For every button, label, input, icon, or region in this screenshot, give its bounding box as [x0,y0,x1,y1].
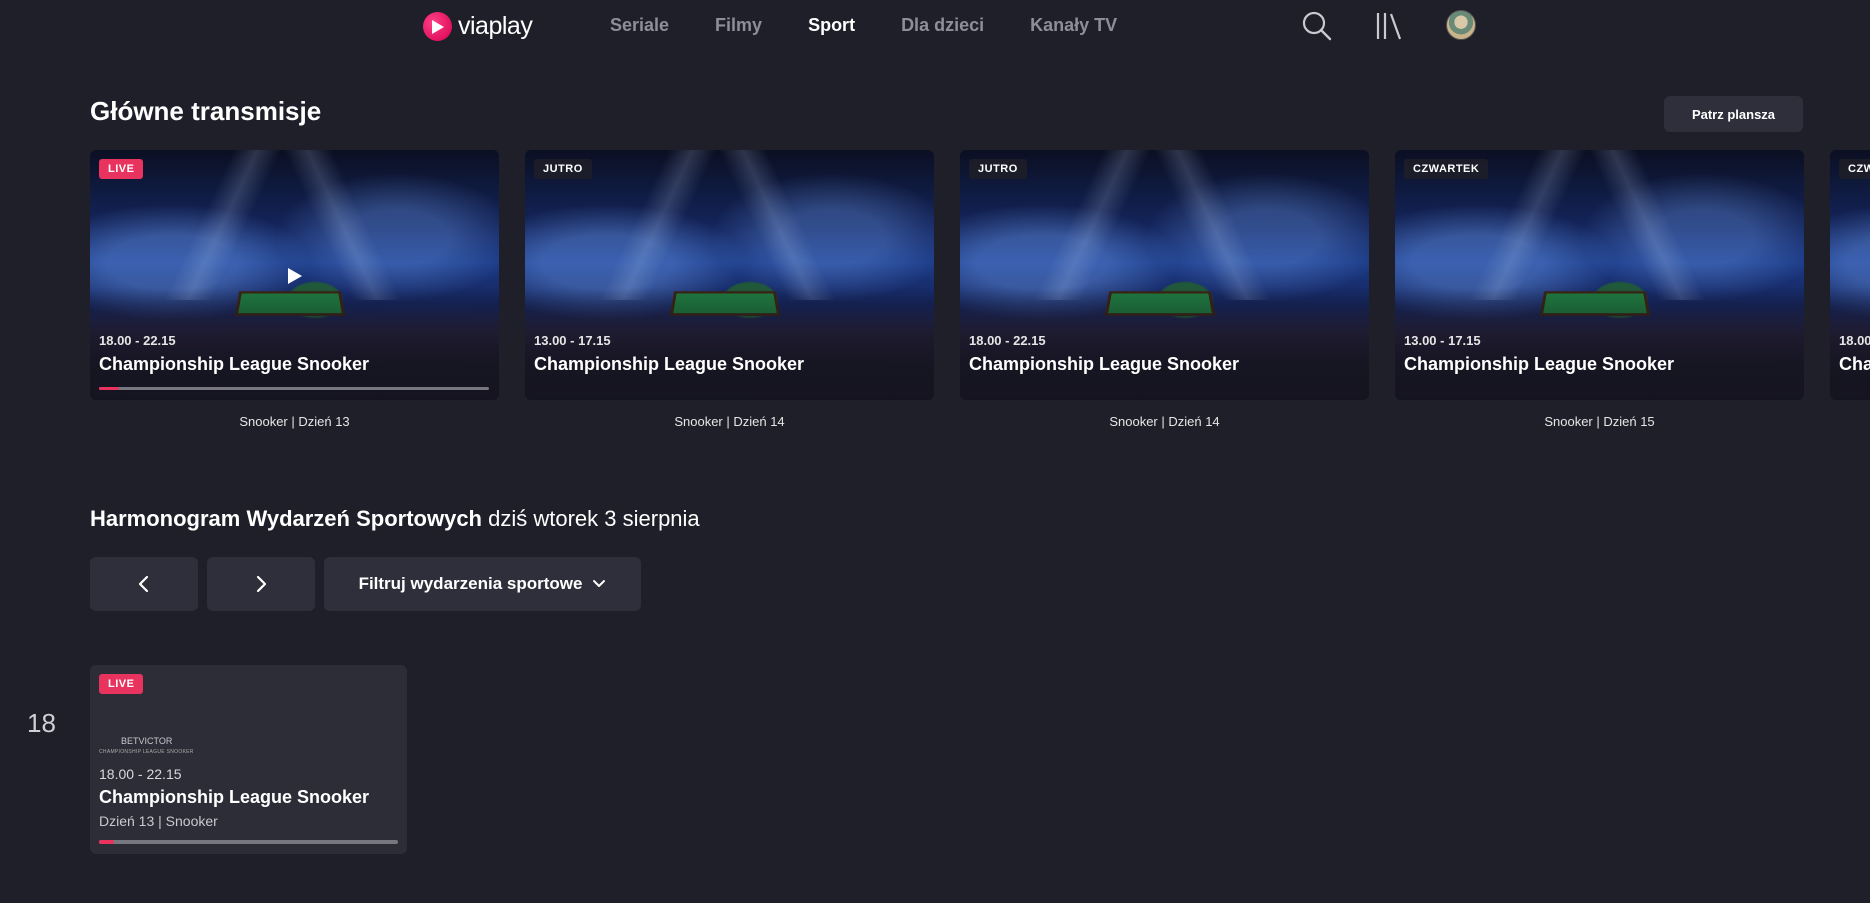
chevron-down-icon [593,580,606,587]
profile-avatar[interactable] [1446,10,1476,40]
day-badge: JUTRO [969,159,1027,179]
hour-label: 18 [27,708,56,738]
day-badge: CZW [1839,159,1870,179]
card-title: Championship League Snooker [969,354,1240,374]
card-time: 18.00 - 22.15 [969,333,1046,348]
card-thumbnail: JUTRO 18.00 - 22.15 Championship League … [960,150,1369,400]
card-meta: Snooker | Dzień 15 [1544,414,1655,429]
search-icon[interactable] [1300,9,1334,43]
event-meta: Dzień 13 | Snooker [99,813,218,829]
play-icon[interactable] [288,268,302,284]
progress-fill [99,387,119,390]
nav-link-dla-dzieci[interactable]: Dla dzieci [901,12,984,38]
card-meta: Snooker | Dzień 14 [1109,414,1220,429]
event-time: 18.00 - 22.15 [99,766,182,782]
main-menu: Seriale Filmy Sport Dla dzieci Kanały TV [610,12,1163,38]
viaplay-logo[interactable]: viaplay [423,10,533,42]
featured-card[interactable]: LIVE 18.00 - 22.15 Championship League S… [90,150,499,429]
event-sponsor-logo: BETVICTOR CHAMPIONSHIP LEAGUE SNOOKER [99,736,219,758]
card-title: Cha [1839,354,1870,374]
progress-bar [99,387,489,390]
event-title: Championship League Snooker [99,787,370,807]
featured-carousel: LIVE 18.00 - 22.15 Championship League S… [90,150,1870,440]
nav-link-sport[interactable]: Sport [808,12,855,38]
featured-card[interactable]: JUTRO 18.00 - 22.15 Championship League … [960,150,1369,429]
card-thumbnail: CZWARTEK 13.00 - 17.15 Championship Leag… [1395,150,1804,400]
nav-link-filmy[interactable]: Filmy [715,12,762,38]
progress-bar [99,840,398,844]
card-meta: Snooker | Dzień 13 [239,414,350,429]
featured-card[interactable]: JUTRO 13.00 - 17.15 Championship League … [525,150,934,429]
progress-fill [99,840,114,844]
previous-day-button[interactable] [90,557,198,611]
card-time: 18.00 - 22.15 [99,333,176,348]
card-title: Championship League Snooker [1404,354,1675,374]
nav-link-seriale[interactable]: Seriale [610,12,669,38]
schedule-event-card[interactable]: LIVE BETVICTOR CHAMPIONSHIP LEAGUE SNOOK… [90,665,407,854]
schedule-heading: Harmonogram Wydarzeń Sportowych dziś wto… [90,506,700,532]
live-badge: LIVE [99,674,144,694]
card-title: Championship League Snooker [99,354,370,374]
day-badge: JUTRO [534,159,592,179]
chevron-left-icon [138,575,149,593]
sponsor-brand: BETVICTOR [121,736,173,746]
library-icon[interactable] [1372,9,1406,43]
featured-card[interactable]: CZW 18.00 Cha [1830,150,1870,400]
card-thumbnail: LIVE 18.00 - 22.15 Championship League S… [90,150,499,400]
featured-section-title: Główne transmisje [90,96,322,126]
sponsor-subtitle: CHAMPIONSHIP LEAGUE SNOOKER [99,749,194,755]
card-meta: Snooker | Dzień 14 [674,414,785,429]
viaplay-logo-mark-icon [423,11,452,41]
chevron-right-icon [256,575,267,593]
featured-card[interactable]: CZWARTEK 13.00 - 17.15 Championship Leag… [1395,150,1804,429]
live-badge: LIVE [99,159,144,179]
schedule-heading-title: Harmonogram Wydarzeń Sportowych [90,506,482,531]
day-badge: CZWARTEK [1404,159,1489,179]
see-all-button[interactable]: Patrz plansza [1664,96,1803,132]
card-thumbnail: CZW 18.00 Cha [1830,150,1870,400]
card-thumbnail: JUTRO 13.00 - 17.15 Championship League … [525,150,934,400]
viaplay-logo-text: viaplay [458,11,533,40]
card-title: Championship League Snooker [534,354,805,374]
schedule-heading-date: dziś wtorek 3 sierpnia [488,506,700,531]
filter-sport-events-dropdown[interactable]: Filtruj wydarzenia sportowe [324,557,641,611]
top-navigation: viaplay Seriale Filmy Sport Dla dzieci K… [0,0,1870,52]
card-time: 18.00 [1839,333,1870,348]
card-time: 13.00 - 17.15 [534,333,611,348]
nav-link-kanaly-tv[interactable]: Kanały TV [1030,12,1117,38]
next-day-button[interactable] [207,557,315,611]
filter-label: Filtruj wydarzenia sportowe [358,574,583,593]
card-time: 13.00 - 17.15 [1404,333,1481,348]
